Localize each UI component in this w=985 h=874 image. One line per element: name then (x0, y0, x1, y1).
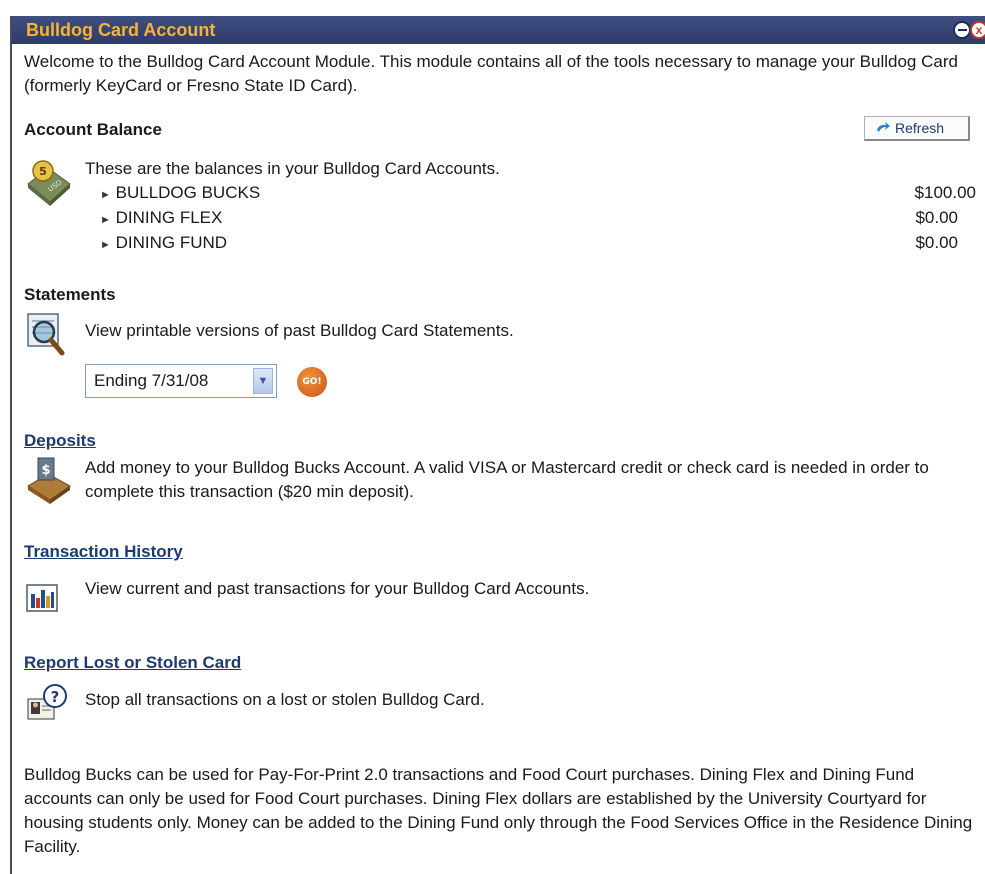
account-name: DINING FLEX (115, 208, 223, 227)
deposits-link[interactable]: Deposits (24, 431, 96, 451)
magnifier-icon (27, 313, 65, 356)
statements-heading: Statements (24, 285, 116, 304)
intro-text: Welcome to the Bulldog Card Account Modu… (24, 52, 958, 95)
statements-description: View printable versions of past Bulldog … (85, 321, 514, 340)
bulldog-card-panel: Bulldog Card Account x Welcome to the Bu… (10, 16, 985, 874)
transaction-history-link[interactable]: Transaction History (24, 542, 183, 562)
lost-description: Stop all transactions on a lost or stole… (85, 690, 485, 709)
account-amount: $0.00 (915, 233, 958, 252)
list-item: ► DINING FLEX (100, 208, 222, 228)
account-name: DINING FUND (115, 233, 228, 252)
statement-period-value: Ending 7/31/08 (94, 371, 209, 390)
panel-titlebar: Bulldog Card Account x (12, 16, 985, 44)
chevron-down-icon[interactable]: ▼ (253, 368, 273, 394)
bar-chart-icon (26, 584, 58, 612)
close-icon[interactable]: x (970, 21, 985, 39)
deposits-description: Add money to your Bulldog Bucks Account.… (85, 458, 929, 501)
account-balance-heading: Account Balance (24, 120, 162, 139)
list-item: ► BULLDOG BUCKS (100, 183, 260, 203)
deposit-icon-badge: $ (41, 463, 50, 478)
balance-icon-badge: 5 (39, 165, 47, 178)
statement-period-select[interactable]: Ending 7/31/08 ▼ (85, 364, 277, 398)
list-item: ► DINING FUND (100, 233, 227, 253)
refresh-label: Refresh (895, 120, 945, 136)
report-lost-card-link[interactable]: Report Lost or Stolen Card (24, 653, 241, 673)
account-usage-note: Bulldog Bucks can be used for Pay-For-Pr… (24, 765, 973, 856)
minimize-icon[interactable] (953, 21, 971, 39)
balance-coin-icon: USD 5 (27, 160, 71, 206)
bullet-arrow-icon: ► (100, 189, 111, 201)
account-name: BULLDOG BUCKS (115, 183, 261, 202)
lost-card-icon: ? (27, 684, 67, 720)
refresh-button[interactable]: Refresh (864, 116, 970, 141)
bullet-arrow-icon: ► (100, 214, 111, 226)
go-button[interactable]: GO! (297, 367, 327, 397)
account-amount: $0.00 (915, 208, 958, 227)
balance-description: These are the balances in your Bulldog C… (85, 159, 500, 178)
history-description: View current and past transactions for y… (85, 579, 590, 598)
lost-icon-badge: ? (51, 688, 60, 706)
money-box-icon: $ (27, 457, 71, 504)
account-amount: $100.00 (914, 183, 976, 202)
bullet-arrow-icon: ► (100, 239, 111, 251)
panel-title: Bulldog Card Account (26, 20, 216, 40)
refresh-icon (877, 122, 890, 132)
